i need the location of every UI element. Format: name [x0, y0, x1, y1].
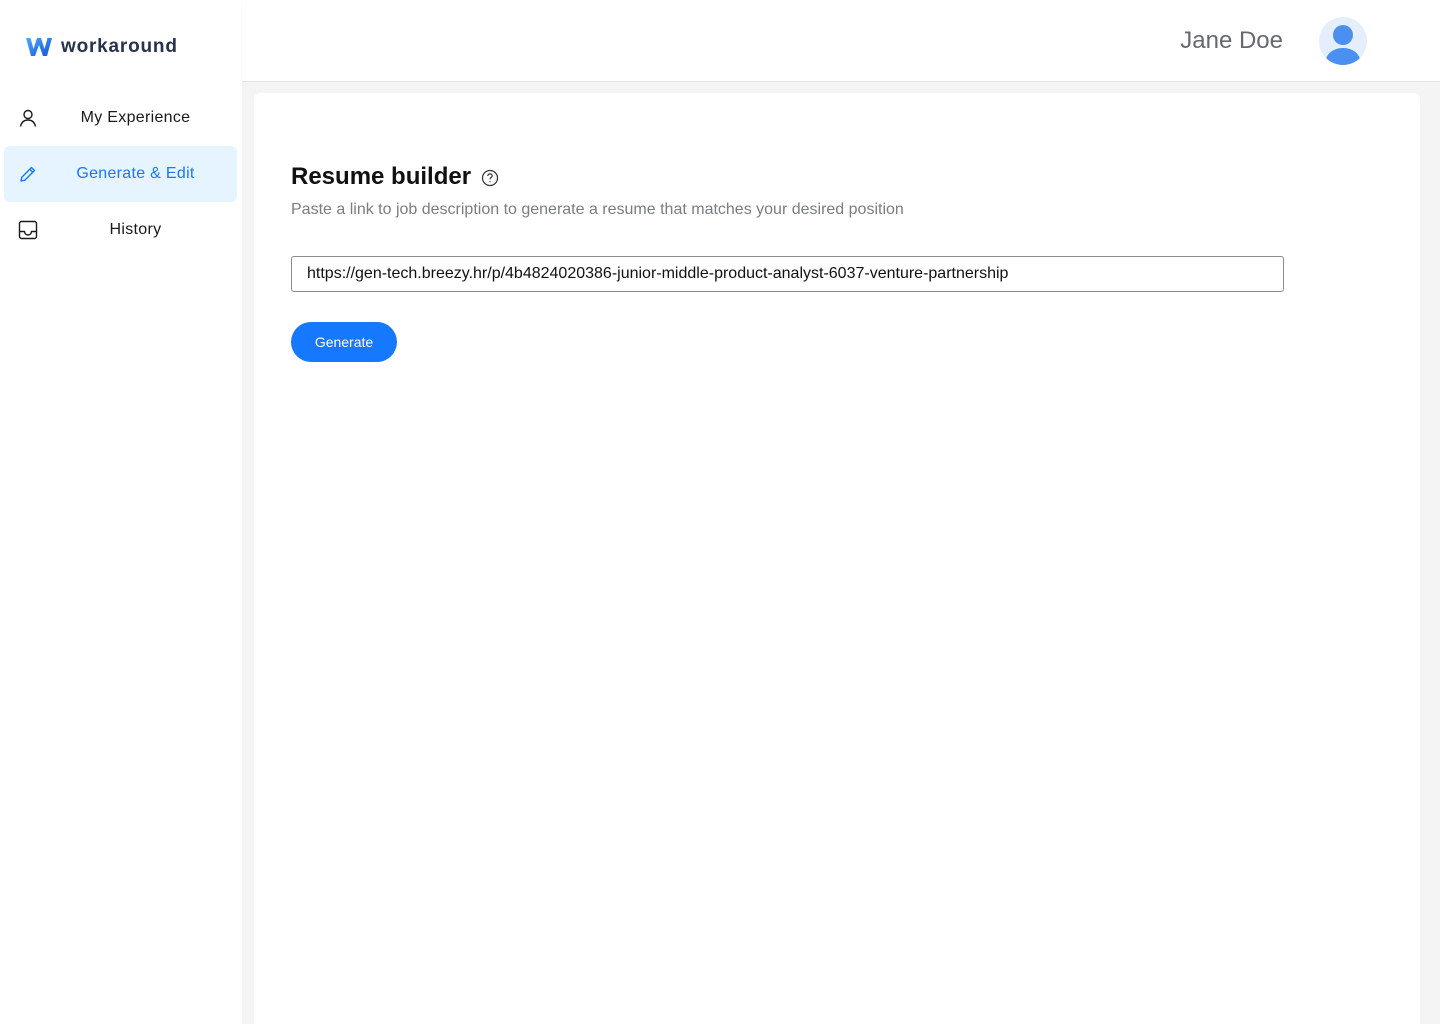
sidebar-item-generate-edit[interactable]: Generate & Edit	[4, 146, 237, 202]
sidebar-item-label: History	[109, 221, 162, 238]
sidebar-item-label: Generate & Edit	[76, 165, 195, 182]
sidebar-item-my-experience[interactable]: My Experience	[4, 90, 237, 146]
sidebar: workaround My Experience Generate & Edit…	[0, 0, 242, 1024]
logo[interactable]: workaround	[25, 34, 178, 60]
sidebar-item-history[interactable]: History	[4, 202, 237, 258]
avatar[interactable]	[1319, 17, 1367, 65]
app-root: workaround My Experience Generate & Edit…	[0, 0, 1440, 1024]
page-subtitle: Paste a link to job description to gener…	[291, 201, 904, 218]
sidebar-item-label: My Experience	[80, 109, 191, 126]
user-name[interactable]: Jane Doe	[1180, 27, 1283, 55]
question-circle-icon[interactable]	[481, 169, 499, 187]
title-row: Resume builder	[291, 163, 499, 191]
sidebar-nav: My Experience Generate & Edit History	[0, 90, 242, 258]
top-header: Jane Doe	[242, 0, 1440, 82]
page-title: Resume builder	[291, 163, 472, 190]
job-url-input[interactable]	[291, 256, 1284, 292]
avatar-icon	[1325, 25, 1361, 65]
w-logo-icon	[26, 38, 52, 56]
resume-builder-card: Resume builder Paste a link to job descr…	[254, 93, 1420, 1024]
generate-button[interactable]: Generate	[291, 322, 397, 362]
brand-name: workaround	[61, 36, 178, 57]
